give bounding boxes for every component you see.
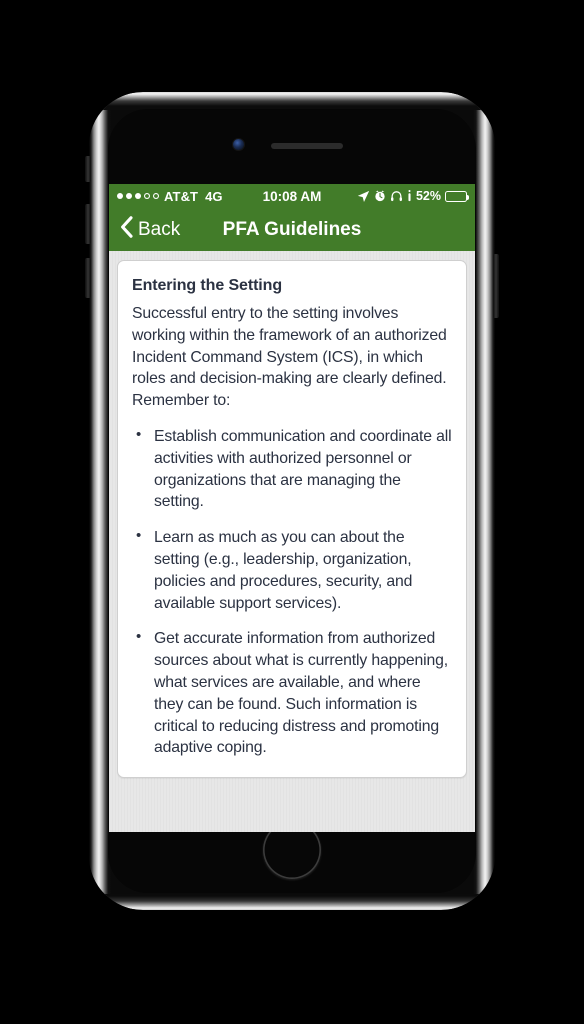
volume-down-button[interactable] bbox=[85, 258, 91, 298]
power-button[interactable] bbox=[493, 254, 499, 318]
location-arrow-icon bbox=[357, 190, 370, 203]
guideline-bullet-list: Establish communication and coordinate a… bbox=[132, 425, 452, 759]
back-button[interactable]: Back bbox=[109, 215, 181, 244]
list-item: Get accurate information from authorized… bbox=[132, 627, 452, 759]
carrier-label: AT&T bbox=[164, 188, 199, 204]
do-not-disturb-icon bbox=[407, 190, 412, 202]
volume-up-button[interactable] bbox=[85, 204, 91, 244]
list-item: Learn as much as you can about the setti… bbox=[132, 526, 452, 614]
network-type-label: 4G bbox=[205, 188, 223, 204]
back-button-label: Back bbox=[138, 218, 181, 240]
phone-screen: AT&T 4G 10:08 AM 52% Back PFA Guidelines… bbox=[109, 184, 475, 832]
content-scroll-area[interactable]: Entering the Setting Successful entry to… bbox=[109, 251, 475, 832]
mute-switch[interactable] bbox=[85, 156, 91, 182]
chevron-left-icon bbox=[120, 215, 133, 244]
intro-paragraph: Successful entry to the setting involves… bbox=[132, 305, 447, 410]
status-bar: AT&T 4G 10:08 AM 52% bbox=[109, 184, 475, 208]
navigation-bar: Back PFA Guidelines bbox=[109, 208, 475, 251]
headphones-icon bbox=[390, 190, 403, 202]
signal-strength-icon bbox=[117, 193, 159, 199]
status-bar-right: 52% bbox=[357, 189, 470, 203]
alarm-clock-icon bbox=[374, 190, 386, 202]
battery-percent-label: 52% bbox=[415, 189, 441, 203]
content-card: Entering the Setting Successful entry to… bbox=[117, 260, 467, 779]
front-camera-icon bbox=[233, 139, 244, 150]
iphone-device-frame: AT&T 4G 10:08 AM 52% Back PFA Guidelines… bbox=[85, 92, 499, 910]
section-heading: Entering the Setting bbox=[132, 277, 283, 294]
earpiece-speaker bbox=[271, 143, 343, 149]
list-item: Establish communication and coordinate a… bbox=[132, 425, 452, 513]
battery-icon bbox=[445, 190, 470, 202]
screenshot-stage: AT&T 4G 10:08 AM 52% Back PFA Guidelines… bbox=[0, 0, 584, 1024]
status-bar-left: AT&T 4G bbox=[117, 189, 222, 204]
